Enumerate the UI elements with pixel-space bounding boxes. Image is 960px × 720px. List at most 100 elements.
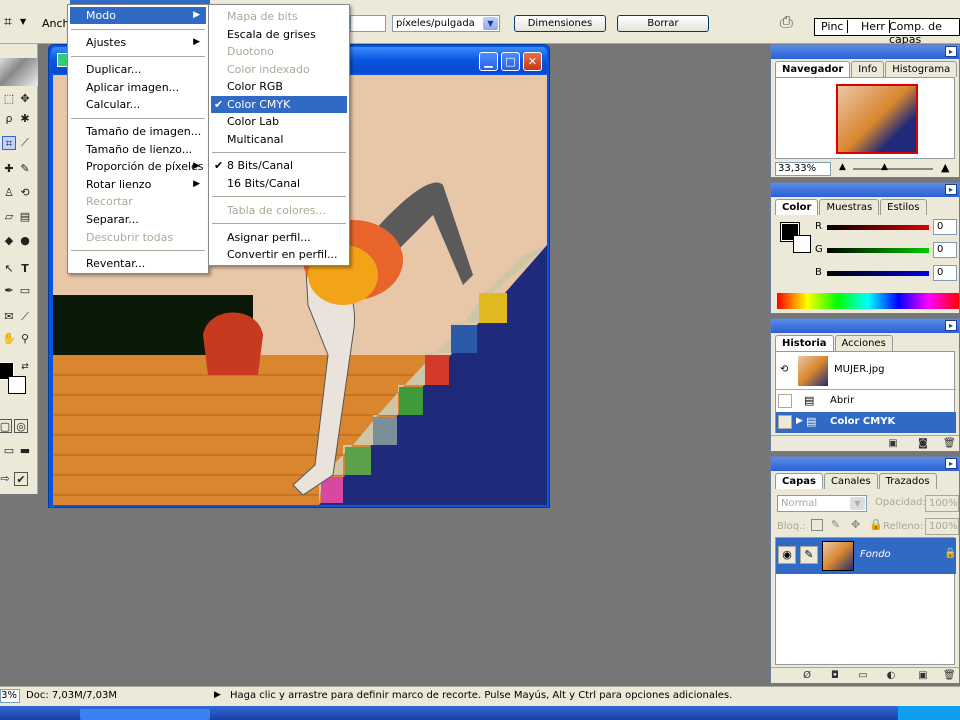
panel-menu-icon[interactable]: ▸ bbox=[945, 46, 957, 57]
brush-icon[interactable]: ✎ bbox=[18, 162, 32, 176]
history-step[interactable]: ▤ Abrir bbox=[776, 391, 956, 411]
blue-channel-input[interactable]: 0 bbox=[933, 265, 957, 281]
maximize-button[interactable]: □ bbox=[501, 52, 520, 71]
status-doc-size[interactable]: Doc: 7,03M/7,03M bbox=[26, 690, 117, 701]
red-channel-input[interactable]: 0 bbox=[933, 219, 957, 235]
trash-icon[interactable]: 🗑 bbox=[943, 438, 956, 449]
tab-channels[interactable]: Canales bbox=[823, 473, 878, 489]
crop-icon[interactable]: ⌗ bbox=[2, 136, 16, 150]
minimize-button[interactable]: ▁ bbox=[479, 52, 498, 71]
panel-title-bar[interactable]: ▸ bbox=[771, 183, 959, 197]
blur-icon[interactable]: ◆ bbox=[2, 234, 16, 248]
hand-icon[interactable]: ✋ bbox=[2, 332, 16, 346]
history-brush-icon[interactable]: ⟲ bbox=[18, 186, 32, 200]
taskbar-button[interactable] bbox=[80, 709, 210, 720]
history-step-active[interactable]: ▶ ▤ Color CMYK bbox=[776, 412, 956, 433]
zoom-out-icon[interactable]: ▲ bbox=[839, 162, 846, 172]
green-channel-slider[interactable] bbox=[827, 248, 929, 253]
panel-title-bar[interactable]: ▸ bbox=[771, 457, 959, 471]
layer-name[interactable]: Fondo bbox=[860, 549, 891, 560]
path-selection-icon[interactable]: ↖ bbox=[2, 262, 16, 276]
jump-to-imageready-icon[interactable]: ⇨ bbox=[0, 472, 12, 486]
panel-title-bar[interactable]: ▸ bbox=[771, 45, 959, 59]
zoom-slider[interactable] bbox=[853, 168, 933, 170]
menu-item-calculations[interactable]: Calcular... bbox=[70, 96, 206, 113]
imageready-icon[interactable]: ✔ bbox=[14, 472, 28, 486]
new-group-icon[interactable]: ▭ bbox=[857, 670, 869, 681]
fill-input[interactable]: 100% bbox=[925, 518, 959, 535]
opacity-input[interactable]: 100% bbox=[925, 495, 959, 512]
menu-item-mode[interactable]: Modo ▶ bbox=[70, 7, 206, 24]
marquee-icon[interactable]: ⬚ bbox=[2, 92, 16, 106]
adjustment-layer-icon[interactable]: ◐ bbox=[885, 670, 897, 681]
panel-menu-icon[interactable]: ▸ bbox=[945, 320, 957, 331]
red-channel-slider[interactable] bbox=[827, 225, 929, 230]
tab-history[interactable]: Historia bbox=[775, 335, 834, 351]
background-color-swatch[interactable] bbox=[793, 235, 811, 253]
menu-item-image-size[interactable]: Tamaño de imagen... bbox=[70, 123, 206, 140]
tab-navigator[interactable]: Navegador bbox=[775, 61, 851, 77]
height-input[interactable] bbox=[350, 15, 386, 32]
menu-item-16-bits[interactable]: 16 Bits/Canal bbox=[211, 175, 347, 192]
layer-row[interactable]: ◉ ✎ Fondo 🔒 bbox=[776, 538, 956, 574]
well-tab-layer-comps[interactable]: Comp. de capas bbox=[885, 20, 959, 46]
dimensions-button[interactable]: Dimensiones bbox=[514, 15, 606, 32]
tab-color[interactable]: Color bbox=[775, 199, 819, 215]
slice-icon[interactable]: ⟋ bbox=[18, 136, 32, 150]
lasso-icon[interactable]: ρ bbox=[2, 112, 16, 126]
healing-brush-icon[interactable]: ✚ bbox=[2, 162, 16, 176]
notes-icon[interactable]: ✉ bbox=[2, 310, 16, 324]
history-state-slider-icon[interactable]: ▶ bbox=[796, 416, 803, 426]
zoom-input[interactable]: 33,33% bbox=[775, 162, 831, 176]
tab-histogram[interactable]: Histograma bbox=[885, 61, 958, 77]
blend-mode-select[interactable]: Normal ▼ bbox=[777, 495, 867, 512]
eye-icon[interactable]: ◉ bbox=[778, 546, 796, 564]
tab-swatches[interactable]: Muestras bbox=[819, 199, 880, 215]
file-browser-icon[interactable]: ⎙ bbox=[780, 12, 802, 34]
menu-item-convert-profile[interactable]: Convertir en perfil... bbox=[211, 246, 347, 263]
history-brush-source-icon[interactable]: ⟲ bbox=[780, 364, 788, 375]
color-ramp[interactable] bbox=[777, 293, 959, 309]
menu-item-grayscale[interactable]: Escala de grises bbox=[211, 26, 347, 43]
menu-item-duplicate[interactable]: Duplicar... bbox=[70, 61, 206, 78]
menu-item-apply-image[interactable]: Aplicar imagen... bbox=[70, 79, 206, 96]
lock-position-icon[interactable]: ✥ bbox=[851, 518, 860, 531]
tab-actions[interactable]: Acciones bbox=[834, 335, 893, 351]
magic-wand-icon[interactable]: ✱ bbox=[18, 112, 32, 126]
well-tab-brushes[interactable]: Pinc bbox=[817, 20, 849, 33]
zoom-in-icon[interactable]: ▲ bbox=[941, 161, 949, 174]
tab-paths[interactable]: Trazados bbox=[878, 473, 937, 489]
zoom-slider-thumb[interactable]: ▲ bbox=[881, 162, 888, 172]
type-icon[interactable]: T bbox=[18, 262, 32, 276]
brush-link-icon[interactable]: ✎ bbox=[800, 546, 818, 564]
close-button[interactable]: ✕ bbox=[523, 52, 542, 71]
menu-item-lab-color[interactable]: Color Lab bbox=[211, 113, 347, 130]
screen-mode-icon[interactable]: ▭ bbox=[2, 444, 16, 458]
standard-mode-icon[interactable]: ▢ bbox=[0, 419, 12, 433]
tab-layers[interactable]: Capas bbox=[775, 473, 823, 489]
menu-item-cmyk-color[interactable]: ✔ Color CMYK bbox=[211, 96, 347, 113]
menu-item-rotate-canvas[interactable]: Rotar lienzo ▶ bbox=[70, 176, 206, 193]
move-icon[interactable]: ✥ bbox=[18, 92, 32, 106]
shape-icon[interactable]: ▭ bbox=[18, 284, 32, 298]
quick-mask-icon[interactable]: ◎ bbox=[14, 419, 28, 433]
menu-item-pixel-aspect[interactable]: Proporción de píxeles ▶ bbox=[70, 158, 206, 175]
menu-item-canvas-size[interactable]: Tamaño de lienzo... bbox=[70, 141, 206, 158]
new-snapshot-icon[interactable]: ◙ bbox=[917, 438, 929, 449]
resolution-unit-select[interactable]: píxeles/pulgada ▼ bbox=[392, 15, 500, 32]
zoom-icon[interactable]: ⚲ bbox=[18, 332, 32, 346]
tab-styles[interactable]: Estilos bbox=[880, 199, 927, 215]
new-layer-icon[interactable]: ▣ bbox=[917, 670, 929, 681]
layer-mask-icon[interactable]: ◘ bbox=[829, 670, 841, 681]
stamp-icon[interactable]: ♙ bbox=[2, 186, 16, 200]
menu-item-trim[interactable]: Separar... bbox=[70, 211, 206, 228]
green-channel-input[interactable]: 0 bbox=[933, 242, 957, 258]
crop-tool-icon[interactable]: ⌗ bbox=[4, 14, 12, 30]
lock-transparency-icon[interactable] bbox=[811, 519, 823, 531]
dodge-icon[interactable]: ● bbox=[18, 234, 32, 248]
blue-channel-slider[interactable] bbox=[827, 271, 929, 276]
chevron-down-icon[interactable]: ▼ bbox=[20, 17, 26, 26]
panel-menu-icon[interactable]: ▸ bbox=[945, 458, 957, 469]
status-menu-arrow-icon[interactable]: ▶ bbox=[214, 690, 221, 700]
swap-colors-icon[interactable]: ⇄ bbox=[18, 360, 32, 374]
